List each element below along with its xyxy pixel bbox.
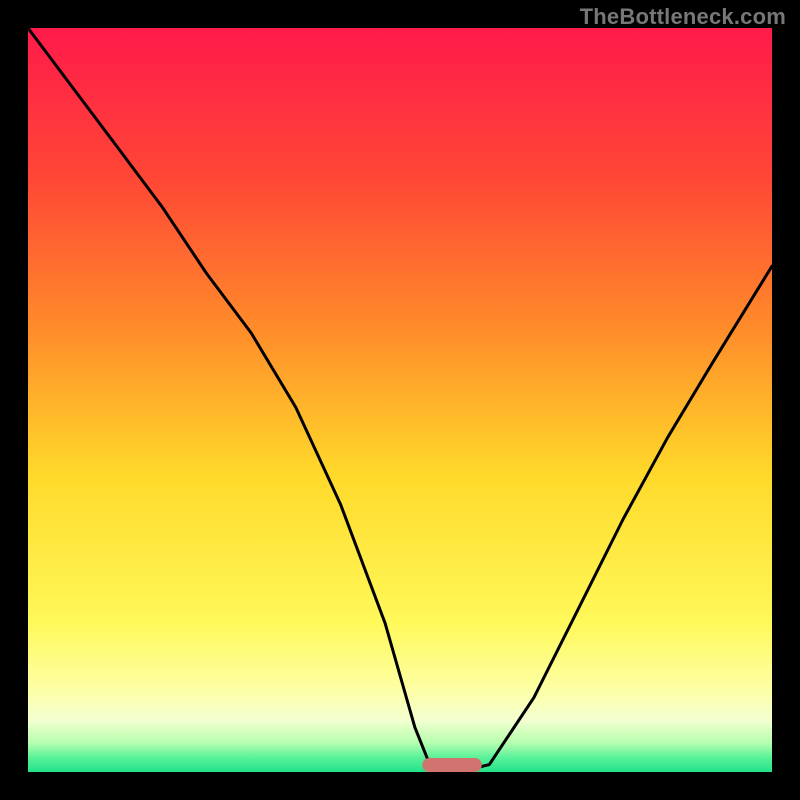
chart-background	[28, 28, 772, 772]
optimum-marker	[422, 758, 482, 772]
bottleneck-chart	[0, 0, 800, 800]
watermark-text: TheBottleneck.com	[580, 4, 786, 30]
chart-frame: TheBottleneck.com	[0, 0, 800, 800]
